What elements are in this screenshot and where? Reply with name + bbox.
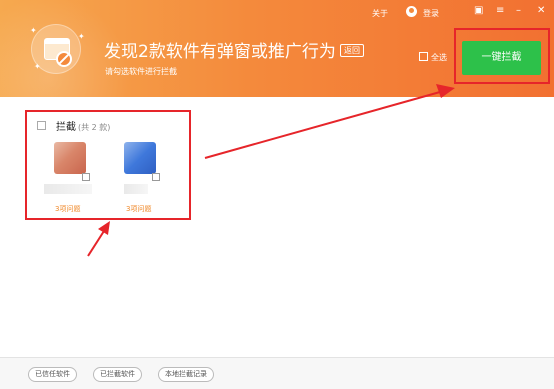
annotation-arrows xyxy=(87,84,455,257)
trusted-software-button[interactable]: 已信任软件 xyxy=(28,367,77,382)
arrow-head xyxy=(436,84,455,98)
arrow-to-group xyxy=(87,230,105,257)
arrow-to-block-button xyxy=(204,91,441,159)
footer-bar xyxy=(0,357,554,389)
arrow-head xyxy=(98,221,110,235)
blocked-software-button[interactable]: 已拦截软件 xyxy=(93,367,142,382)
local-block-records-button[interactable]: 本地拦截记录 xyxy=(158,367,214,382)
